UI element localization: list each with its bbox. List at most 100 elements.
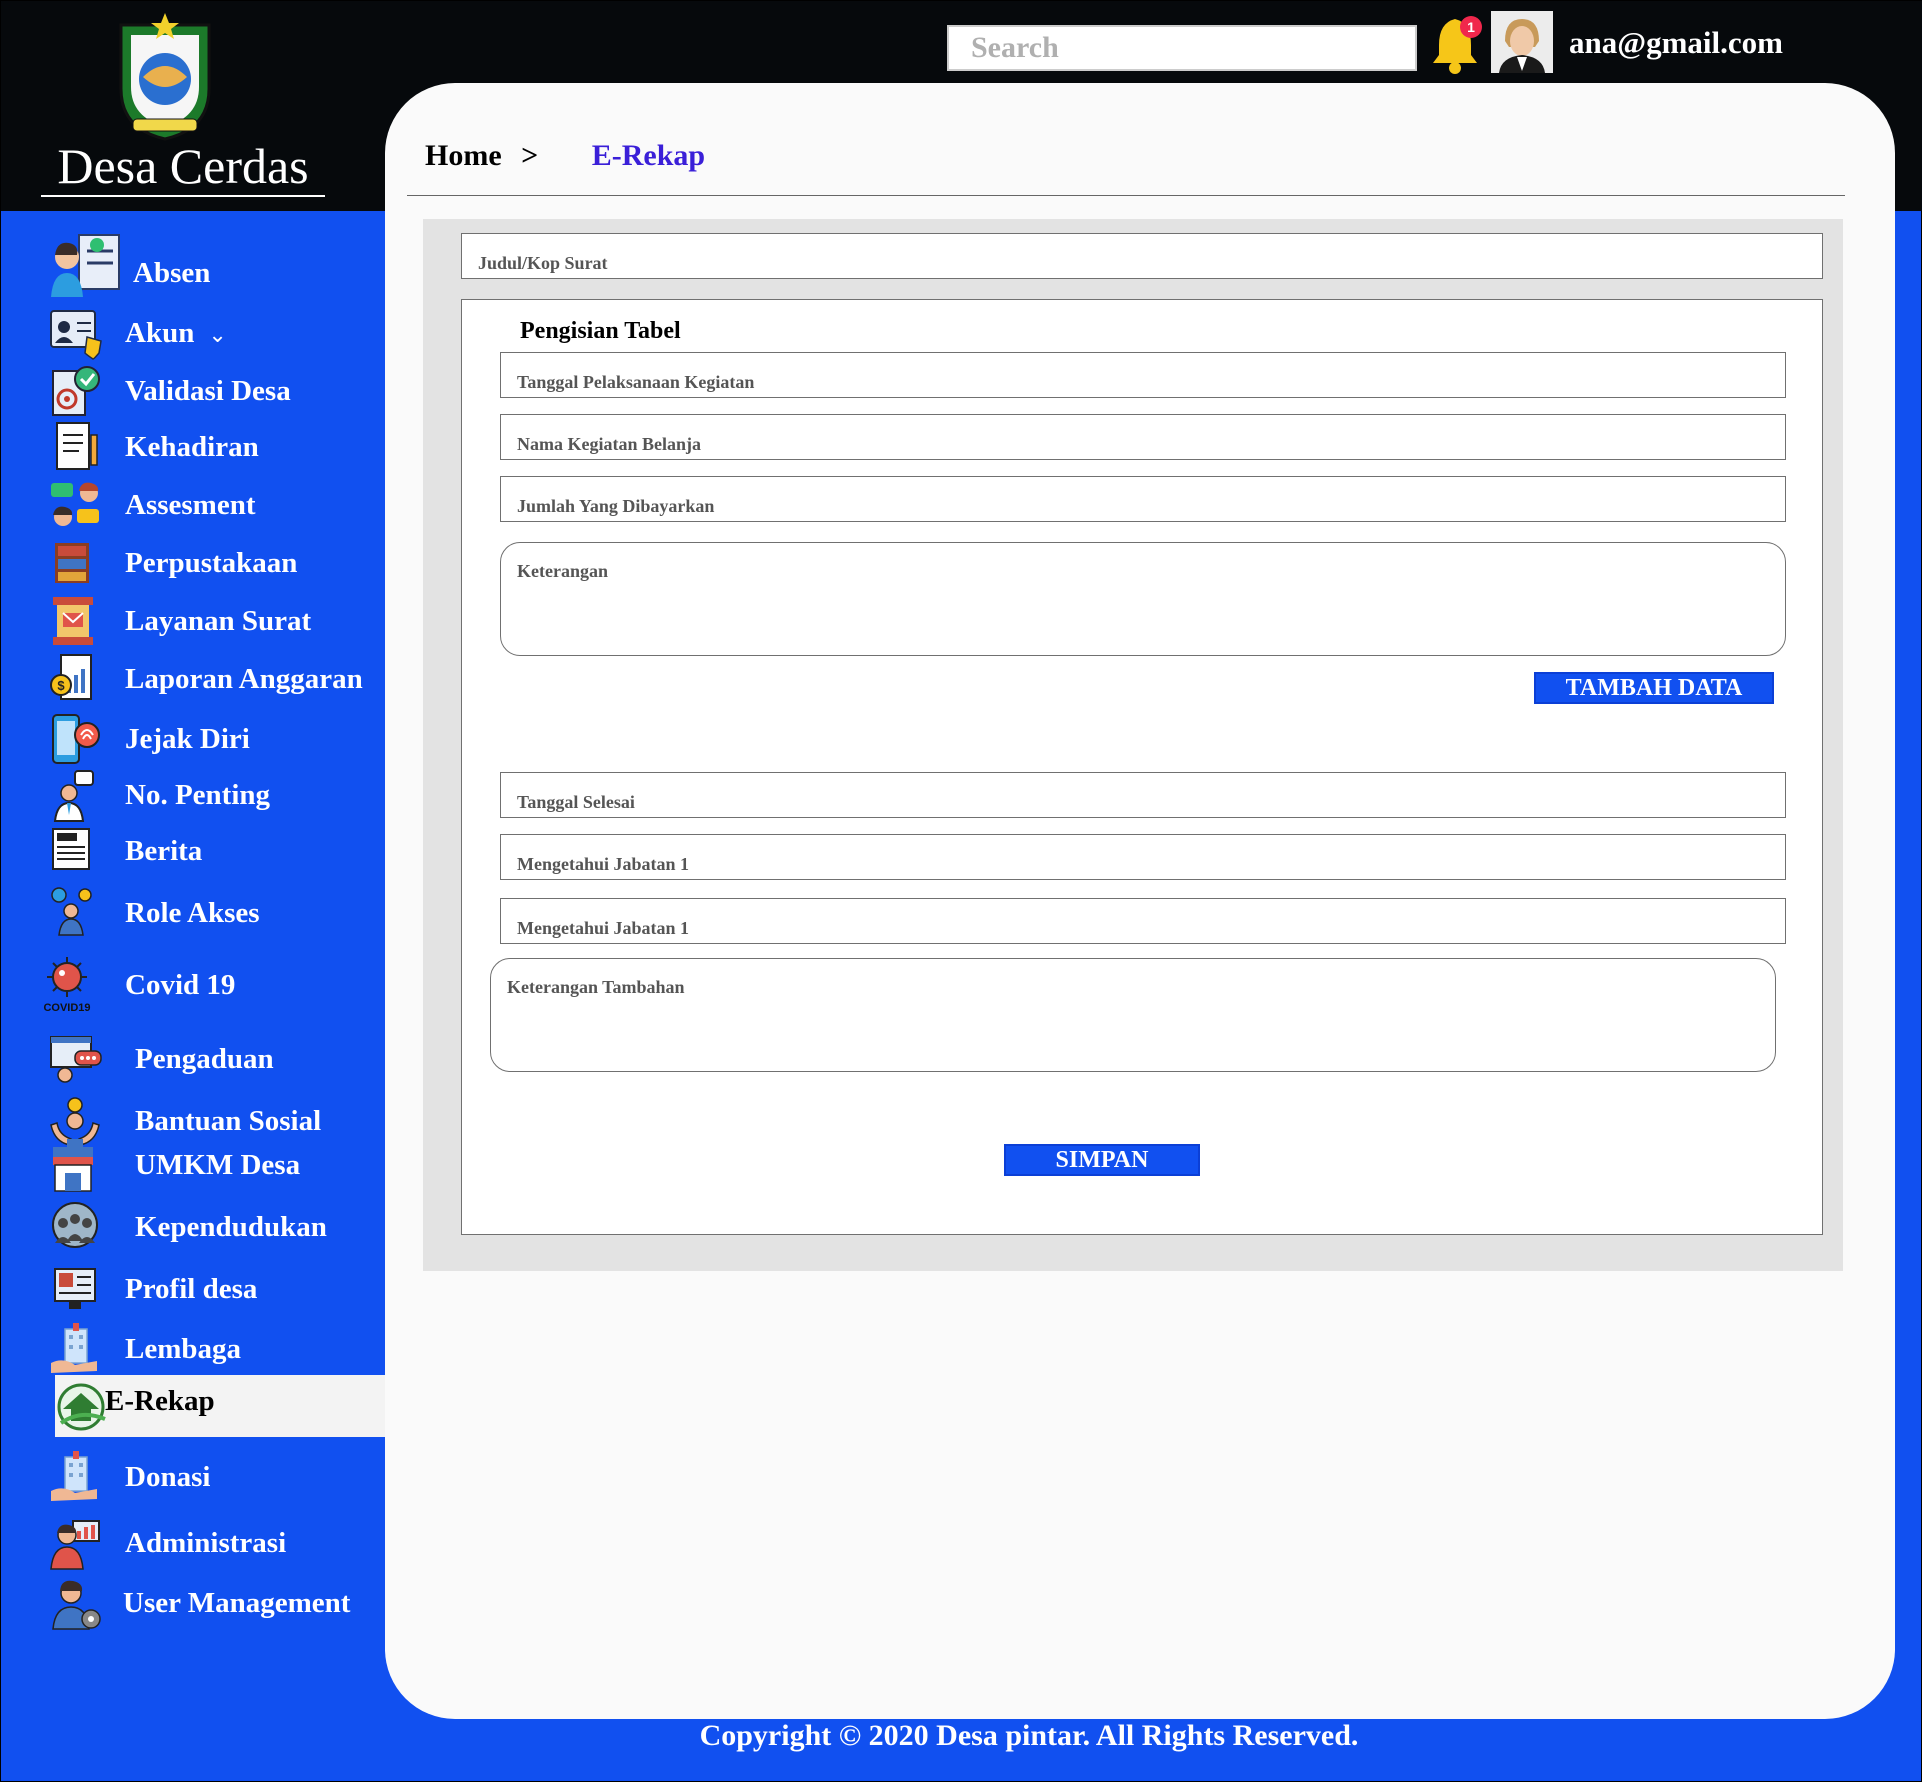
user-email[interactable]: ana@gmail.com: [1569, 25, 1783, 61]
fingerprint-phone-icon: [52, 714, 100, 764]
section-title: Pengisian Tabel: [520, 318, 681, 344]
sidebar-item-label: Bantuan Sosial: [135, 1105, 322, 1137]
sidebar-item-user-management[interactable]: User Management: [45, 1573, 385, 1633]
notification-bell[interactable]: 1: [1427, 13, 1487, 75]
validation-icon: [52, 366, 100, 416]
sidebar-item-assesment[interactable]: Assesment: [45, 475, 385, 535]
sidebar-item-akun[interactable]: Akun ⌄: [45, 303, 385, 363]
sidebar-item-label: User Management: [123, 1587, 351, 1619]
sidebar-item-profil-desa[interactable]: Profil desa: [45, 1259, 385, 1319]
mengetahui-jabatan-2-input[interactable]: Mengetahui Jabatan 1: [500, 898, 1786, 944]
sidebar-item-label: Absen: [133, 257, 211, 289]
keterangan-tambahan-textarea[interactable]: Keterangan Tambahan: [490, 958, 1776, 1072]
sidebar-item-label: Lembaga: [125, 1333, 241, 1365]
breadcrumb-home[interactable]: Home: [425, 139, 502, 172]
user-management-icon: [52, 1580, 101, 1630]
e-rekap-icon: [57, 1383, 106, 1431]
brand-name[interactable]: Desa Cerdas: [41, 139, 325, 197]
news-icon: [52, 828, 90, 870]
institution-icon: [51, 1323, 97, 1373]
sidebar-item-administrasi[interactable]: Administrasi: [45, 1513, 385, 1573]
document-icon: [56, 422, 98, 470]
sidebar-item-umkm-desa[interactable]: UMKM Desa: [45, 1141, 385, 1201]
complaint-icon: [50, 1036, 102, 1083]
covid-badge: COVID19: [43, 1002, 90, 1014]
sidebar-item-label: Kependudukan: [135, 1211, 327, 1243]
mail-icon: [53, 597, 93, 645]
svg-text:$: $: [57, 678, 65, 693]
sidebar-item-kehadiran[interactable]: Kehadiran: [45, 417, 385, 477]
jumlah-dibayarkan-input[interactable]: Jumlah Yang Dibayarkan: [500, 476, 1786, 522]
sidebar-item-pengaduan[interactable]: Pengaduan: [45, 1029, 385, 1089]
sidebar-item-label: Pengaduan: [135, 1043, 274, 1075]
breadcrumb-divider: [407, 195, 1845, 196]
user-photo-icon: [1491, 11, 1553, 73]
sidebar-item-label: Profil desa: [125, 1273, 258, 1305]
tanggal-pelaksanaan-input[interactable]: Tanggal Pelaksanaan Kegiatan: [500, 352, 1786, 398]
e-rekap-form-panel: Judul/Kop Surat Pengisian Tabel Tanggal …: [423, 219, 1843, 1271]
sidebar-item-donasi[interactable]: Donasi: [45, 1447, 385, 1507]
tanggal-selesai-input[interactable]: Tanggal Selesai: [500, 772, 1786, 818]
breadcrumb-separator: >: [521, 139, 539, 172]
sidebar-item-covid-19[interactable]: COVID19 Covid 19: [43, 951, 385, 1014]
sidebar-item-validasi-desa[interactable]: Validasi Desa: [45, 361, 385, 421]
breadcrumb-current: E-Rekap: [591, 139, 706, 172]
sidebar-item-label: UMKM Desa: [135, 1149, 301, 1181]
role-settings-icon: [51, 887, 92, 936]
sidebar-item-layanan-surat[interactable]: Layanan Surat: [45, 591, 385, 651]
sidebar-item-laporan-anggaran[interactable]: $ Laporan Anggaran: [45, 649, 385, 709]
sidebar-item-label: Kehadiran: [125, 431, 259, 463]
footer-copyright: Copyright © 2020 Desa pintar. All Rights…: [699, 1719, 1359, 1752]
sidebar-item-role-akses[interactable]: Role Akses: [45, 883, 385, 943]
bookshelf-icon: [55, 543, 89, 583]
sidebar-item-label: Assesment: [125, 489, 256, 521]
sidebar-item-absen[interactable]: Absen: [45, 231, 385, 297]
sidebar-item-kependudukan[interactable]: Kependudukan: [45, 1197, 385, 1257]
main-content: Home > E-Rekap Judul/Kop Surat Pengisian…: [385, 83, 1895, 1719]
search-input[interactable]: Search: [947, 25, 1417, 71]
nama-kegiatan-input[interactable]: Nama Kegiatan Belanja: [500, 414, 1786, 460]
sidebar-item-perpustakaan[interactable]: Perpustakaan: [45, 533, 385, 593]
budget-report-icon: $: [50, 654, 92, 700]
virus-icon: COVID19: [43, 957, 91, 1014]
sidebar-item-label: Berita: [125, 835, 203, 867]
sidebar-item-label: Layanan Surat: [125, 605, 312, 637]
sidebar-item-label: Laporan Anggaran: [125, 663, 363, 695]
sidebar-item-label: Covid 19: [125, 969, 236, 1001]
sidebar-item-label: E-Rekap: [105, 1385, 215, 1417]
attendance-icon: [51, 234, 120, 297]
keterangan-textarea[interactable]: Keterangan: [500, 542, 1786, 656]
tambah-data-button[interactable]: TAMBAH DATA: [1534, 672, 1774, 704]
donation-icon: [51, 1451, 97, 1501]
sidebar-item-e-rekap[interactable]: E-Rekap: [55, 1375, 421, 1437]
sidebar-item-jejak-diri[interactable]: Jejak Diri: [45, 709, 385, 769]
sidebar-item-label: Perpustakaan: [125, 547, 298, 579]
population-icon: [52, 1202, 98, 1248]
village-emblem-icon: [119, 13, 211, 141]
account-icon: [50, 310, 102, 360]
sidebar-item-no-penting[interactable]: No. Penting: [45, 765, 385, 825]
shop-icon: [53, 1147, 93, 1192]
sidebar-item-lembaga[interactable]: Lembaga: [45, 1319, 385, 1379]
sidebar-item-label: Validasi Desa: [125, 375, 291, 407]
notification-badge: 1: [1467, 19, 1475, 35]
bell-icon: 1: [1433, 16, 1482, 74]
contact-icon: [53, 770, 94, 822]
sidebar-item-label: Jejak Diri: [125, 723, 250, 755]
kop-surat-input[interactable]: Judul/Kop Surat: [461, 233, 1823, 279]
chevron-down-icon[interactable]: ⌄: [208, 322, 226, 347]
breadcrumb: Home > E-Rekap: [425, 139, 705, 173]
mengetahui-jabatan-1-input[interactable]: Mengetahui Jabatan 1: [500, 834, 1786, 880]
administration-icon: [50, 1520, 100, 1570]
sidebar-item-label: Role Akses: [125, 897, 260, 929]
sidebar-item-label: No. Penting: [125, 779, 270, 811]
sidebar-nav: Absen Akun ⌄ Validasi Desa Kehadiran Ass…: [1, 211, 421, 1731]
user-avatar[interactable]: [1491, 11, 1553, 73]
sidebar-item-label: Donasi: [125, 1461, 211, 1493]
simpan-button[interactable]: SIMPAN: [1004, 1144, 1200, 1176]
sidebar-item-berita[interactable]: Berita: [45, 821, 385, 881]
sidebar-item-label: Akun ⌄: [125, 317, 227, 349]
people-chat-icon: [51, 482, 99, 526]
table-entry-box: Pengisian Tabel Tanggal Pelaksanaan Kegi…: [461, 299, 1823, 1235]
village-profile-icon: [54, 1268, 96, 1309]
